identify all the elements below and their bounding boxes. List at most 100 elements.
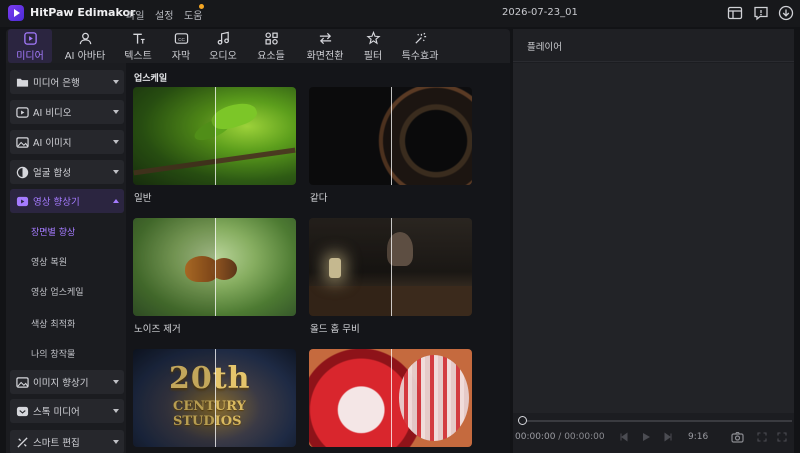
compare-divider (214, 218, 216, 316)
feedback-icon[interactable] (753, 5, 769, 21)
sidebar-sub-scene-enhance[interactable]: 장면별 향상 (31, 225, 75, 238)
preset-card-vintage[interactable]: 20th CENTURY STUDIOS (133, 349, 296, 447)
player-screen[interactable] (513, 63, 794, 413)
sidebar-item-image-enhancer[interactable]: 이미지 향상기 (10, 370, 124, 394)
snapshot-camera-icon[interactable] (731, 431, 744, 443)
tab-audio[interactable]: 오디오 (204, 29, 242, 63)
preset-thumbnail (309, 87, 472, 185)
ai-video-icon (16, 106, 29, 118)
tab-media[interactable]: 미디어 (8, 29, 52, 63)
transition-icon (319, 32, 331, 45)
app-window: HitPaw Edimakor 파일 설정 도움 2026-07-23_01 미… (0, 0, 800, 453)
tab-effects-label: 특수효과 (401, 51, 439, 62)
sidebar-item-label: 영상 향상기 (33, 197, 80, 208)
sidebar-item-smart-edit[interactable]: 스마트 편집 (10, 430, 124, 453)
current-time: 00:00:00 (515, 432, 556, 442)
next-frame-icon[interactable] (663, 432, 673, 442)
folder-icon (16, 78, 29, 87)
sidebar-sub-my-creations[interactable]: 나의 창작물 (31, 347, 75, 360)
sidebar-item-label: 얼굴 합성 (33, 168, 71, 179)
layout-icon[interactable] (727, 5, 743, 21)
chevron-down-icon (113, 380, 119, 384)
menu-settings[interactable]: 설정 (155, 7, 173, 22)
preset-card-same[interactable]: 같다 (309, 87, 472, 204)
chevron-down-icon (113, 409, 119, 413)
filter-icon (365, 31, 381, 45)
sidebar-item-video-enhancer[interactable]: 영상 향상기 (10, 189, 124, 213)
sidebar-item-ai-video[interactable]: AI 비디오 (10, 100, 124, 124)
text-icon (132, 33, 145, 44)
preset-thumbnail (133, 87, 296, 185)
prev-frame-icon[interactable] (619, 432, 629, 442)
player-scrubber[interactable] (520, 420, 792, 422)
preset-label: 노이즈 제거 (134, 324, 181, 335)
scrubber-handle[interactable] (518, 416, 527, 425)
sidebar-item-label: 미디어 은행 (33, 78, 80, 89)
chevron-down-icon (113, 80, 119, 84)
stock-media-icon (16, 406, 29, 416)
sidebar-item-stock-media[interactable]: 스톡 미디어 (10, 399, 124, 423)
sidebar-item-label: 이미지 향상기 (33, 378, 89, 389)
chevron-down-icon (113, 170, 119, 174)
preset-thumbnail (133, 218, 296, 316)
sidebar-sub-color-optimize[interactable]: 색상 최적화 (31, 317, 75, 330)
fullscreen-icon[interactable] (777, 432, 787, 442)
app-logo-icon (8, 5, 24, 21)
preset-card-general[interactable]: 일반 (133, 87, 296, 204)
preset-card-old-home-movie[interactable]: 올드 홈 무비 (309, 218, 472, 335)
aspect-ratio[interactable]: 9:16 (688, 432, 708, 442)
tab-audio-label: 오디오 (209, 51, 237, 62)
play-icon[interactable] (641, 432, 651, 442)
player-panel: 플레이어 00:00:00 / 00:00:00 9:16 (513, 29, 794, 453)
tab-effects[interactable]: 특수효과 (396, 29, 444, 63)
player-time: 00:00:00 / 00:00:00 (515, 432, 605, 442)
tab-text[interactable]: 텍스트 (118, 29, 158, 63)
chevron-down-icon (113, 110, 119, 114)
compare-divider (390, 349, 392, 447)
compare-divider (390, 218, 392, 316)
zoom-fit-icon[interactable] (757, 432, 767, 442)
preset-thumbnail (309, 218, 472, 316)
preset-card-strawberry[interactable] (309, 349, 472, 447)
ai-image-icon (16, 136, 29, 148)
sidebar-sub-video-upscale[interactable]: 영상 업스케일 (31, 285, 84, 298)
sidebar-item-label: 스마트 편집 (33, 438, 80, 449)
sidebar-item-face-swap[interactable]: 얼굴 합성 (10, 160, 124, 184)
media-icon (23, 32, 37, 45)
svg-text:CC: CC (178, 37, 185, 42)
preset-thumbnail: 20th CENTURY STUDIOS (133, 349, 296, 447)
app-name: HitPaw Edimakor (30, 6, 136, 19)
menu-file[interactable]: 파일 (126, 7, 144, 22)
tab-subtitle[interactable]: CC 자막 (164, 29, 198, 63)
compare-divider (214, 87, 216, 185)
chevron-down-icon (113, 140, 119, 144)
total-time: 00:00:00 (564, 432, 605, 442)
sidebar-item-label: 스톡 미디어 (33, 407, 80, 418)
tab-filter[interactable]: 필터 (358, 29, 388, 63)
preset-label: 같다 (310, 193, 328, 204)
compare-divider (214, 349, 216, 447)
sidebar-sub-video-restore[interactable]: 영상 복원 (31, 255, 67, 268)
tab-media-label: 미디어 (16, 51, 44, 62)
subtitle-icon: CC (174, 33, 188, 44)
image-enhancer-icon (16, 376, 29, 388)
tab-elements-label: 요소들 (257, 51, 285, 62)
preset-card-denoise[interactable]: 노이즈 제거 (133, 218, 296, 335)
chevron-down-icon (113, 440, 119, 444)
tab-subtitle-label: 자막 (171, 51, 191, 62)
project-name: 2026-07-23_01 (502, 7, 578, 18)
compare-divider (390, 87, 392, 185)
sidebar-item-ai-image[interactable]: AI 이미지 (10, 130, 124, 154)
menu-help[interactable]: 도움 (184, 7, 202, 22)
tab-transition[interactable]: 화면전환 (300, 29, 350, 63)
sidebar-item-media-bank[interactable]: 미디어 은행 (10, 70, 124, 94)
sidebar-item-label: AI 비디오 (33, 108, 72, 119)
tab-ai-avatar[interactable]: AI 아바타 (58, 29, 112, 63)
smart-edit-icon (17, 436, 28, 448)
video-enhancer-icon (16, 196, 29, 206)
tab-ai-avatar-label: AI 아바타 (64, 51, 106, 62)
tab-elements[interactable]: 요소들 (250, 29, 292, 63)
preset-label: 일반 (134, 193, 152, 204)
download-icon[interactable] (778, 5, 794, 21)
player-header: 플레이어 (513, 29, 794, 62)
